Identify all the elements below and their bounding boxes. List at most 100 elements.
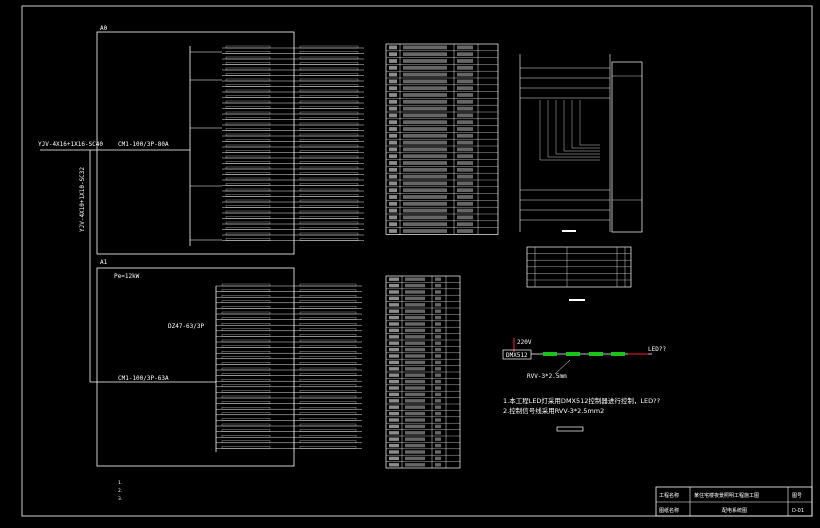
table-cell-fill [389,296,399,301]
table-cell-fill [457,106,473,111]
table-cell-fill [435,354,441,358]
a0-circuit-cable [299,56,359,60]
table-cell-fill [389,215,397,220]
a1-circuit-breaker [221,423,271,427]
a1-circuit-breaker [221,356,271,359]
table-cell-fill [405,431,425,435]
table-cell-fill [435,405,441,409]
legend-caption [569,299,585,301]
table-cell-fill [405,443,425,448]
a0-circuit-breaker [225,51,271,54]
table-cell-fill [457,174,473,179]
a1-circuit-breaker [221,295,271,298]
a0-circuit-cable [299,122,359,126]
table-cell-fill [457,154,473,159]
table-cell-fill [389,127,397,131]
table-cell-fill [389,418,399,422]
table-cell-fill [389,99,397,104]
a0-circuit-breaker [225,45,271,49]
led-fixture [543,352,557,356]
a0-circuit-breaker [225,122,271,126]
a1-circuit-cable [299,367,357,371]
table-cell-fill [457,120,473,125]
a0-circuit-breaker [225,144,271,148]
a1-circuit-cable [299,306,357,309]
led-end-label: LED?? [648,346,666,353]
table-cell-fill [405,373,425,377]
table-cell-fill [457,147,473,152]
table-cell-fill [389,277,399,281]
table-cell-fill [389,309,399,313]
a0-circuit-cable [299,73,359,76]
table-cell-fill [457,127,473,131]
a0-circuit-cable [299,188,359,192]
table-cell-fill [405,424,425,429]
a0-circuit-cable [299,172,359,175]
a1-circuit-cable [299,390,357,393]
a0-circuit-cable [299,84,359,87]
a1-circuit-breaker [221,395,271,399]
table-cell-fill [403,59,447,63]
table-cell-fill [435,283,441,288]
control-wiring-diagram [519,54,643,233]
table-cell-fill [435,277,441,281]
a0-circuit-breaker [225,78,271,82]
table-cell-fill [405,386,425,390]
table-cell-fill [389,431,399,435]
a1-circuit-breaker [221,401,271,404]
a0-circuit-cable [299,67,359,71]
a0-circuit-cable [299,106,359,109]
a1-circuit-cable [299,345,357,348]
a1-circuit-cable [299,317,357,320]
table-cell-fill [405,392,425,397]
a0-circuit-breaker [225,205,271,208]
a0-circuit-breaker [225,133,271,137]
a1-circuit-cable [299,295,357,298]
table-cell-fill [389,154,397,159]
a0-circuit-breaker [225,89,271,93]
a1-circuit-cable [299,435,357,438]
panel-a1-header: Pe=12kW [114,273,140,280]
table-cell-fill [389,328,399,333]
led-fixture [611,352,625,356]
table-cell-fill [435,399,441,403]
ctrl-box [611,61,643,233]
table-cell-fill [435,437,441,441]
a0-circuit-cable [299,89,359,93]
note-line-2: 2.控制信号线采用RVV-3*2.5mm2 [503,406,604,415]
table-cell-fill [389,167,397,172]
table-cell-fill [403,72,447,77]
a0-circuit-cable [299,95,359,98]
table-cell-fill [389,52,397,57]
table-cell-fill [389,399,399,403]
table-cell-fill [457,181,473,186]
table-cell-fill [457,222,473,227]
a1-circuit-breaker [221,339,271,343]
a0-circuit-breaker [225,111,271,115]
a0-circuit-cable [299,183,359,186]
table-cell-fill [389,303,399,307]
table-cell-fill [389,229,397,233]
table-cell-fill [435,418,441,422]
a0-circuit-breaker [225,183,271,186]
a0-circuit-cable [299,51,359,54]
table-cell-fill [405,379,425,384]
bottom-note-1: 1. [118,480,122,486]
a0-circuit-cable [299,150,359,153]
a0-circuit-cable [299,205,359,208]
table-cell-fill [389,208,397,213]
a1-circuit-cable [299,407,357,410]
table-cell-fill [403,195,447,199]
table-cell-fill [389,315,399,320]
table-cell-fill [435,379,441,384]
table-cell-fill [405,322,425,326]
table-cell-fill [457,93,473,97]
table-cell-fill [435,463,441,467]
table-cell-fill [389,195,397,199]
table-cell-fill [389,424,399,429]
a1-circuit-breaker [221,373,271,376]
table-cell-fill [457,59,473,63]
table-cell-fill [435,392,441,397]
table-cell-fill [457,79,473,84]
a0-circuit-breaker [225,73,271,76]
